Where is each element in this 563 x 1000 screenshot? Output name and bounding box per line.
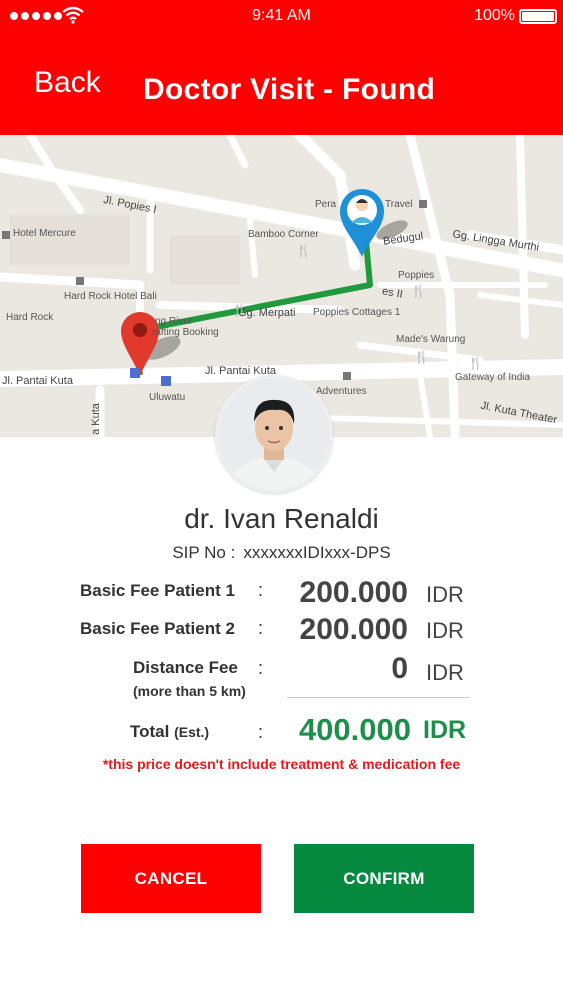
total-colon: : xyxy=(258,722,264,742)
map-label-rafting: rafting Booking xyxy=(152,327,219,338)
cancel-button[interactable]: CANCEL xyxy=(81,844,261,913)
doctor-avatar xyxy=(215,375,333,493)
basic-fee-2-colon: : xyxy=(258,618,264,638)
total-label-suffix: (Est.) xyxy=(174,724,210,740)
shop-icon xyxy=(130,368,140,378)
svg-text:🍴: 🍴 xyxy=(296,244,311,258)
map-label-river: ng River xyxy=(155,316,193,327)
page-title: Doctor Visit - Found xyxy=(143,73,436,106)
total-unit: IDR xyxy=(423,716,467,744)
basic-fee-1-unit: IDR xyxy=(426,582,464,607)
map-label-poppies-cottages: Poppies Cottages 1 xyxy=(313,307,401,318)
adventures-icon xyxy=(343,372,351,380)
map-label-hotel-mercure: Hotel Mercure xyxy=(13,228,76,239)
map-label-hard-rock: Hard Rock xyxy=(6,312,54,323)
basic-fee-2-unit: IDR xyxy=(426,618,464,643)
basic-fee-1-label: Basic Fee Patient 1 xyxy=(80,581,235,600)
total-label-text: Total xyxy=(130,722,170,741)
basic-fee-1-colon: : xyxy=(258,580,264,600)
street-label-merpati: Gg. Merpati xyxy=(238,307,296,319)
back-button[interactable]: Back xyxy=(34,66,101,100)
map-label-uluwatu: Uluwatu xyxy=(149,392,186,403)
doctor-photo-icon xyxy=(218,378,330,490)
map-label-gateway-of-india: Gateway of India xyxy=(455,372,531,383)
app-header: 9:41 AM 100% Back Doctor Visit - Found xyxy=(0,0,563,135)
uluwatu-icon xyxy=(161,376,171,386)
basic-fee-1-value: 200.000 xyxy=(299,576,408,609)
distance-fee-value: 0 xyxy=(391,652,408,685)
distance-fee-label: Distance Fee xyxy=(133,658,238,677)
basic-fee-2-value: 200.000 xyxy=(299,613,408,646)
travel-icon xyxy=(419,200,427,208)
status-bar: 9:41 AM 100% xyxy=(0,0,563,34)
patient-location-pin xyxy=(121,312,159,375)
map-label-mades-warung: Made's Warung xyxy=(396,334,466,345)
distance-fee-unit: IDR xyxy=(426,660,464,685)
price-disclaimer: *this price doesn't include treatment & … xyxy=(102,756,461,772)
map-label-poppies: Poppies xyxy=(398,270,435,281)
fee-divider xyxy=(287,697,470,698)
sip-number: SIP No : xxxxxxxIDIxxx-DPS xyxy=(0,543,563,563)
battery-percent: 100% xyxy=(474,7,515,24)
hotel-mercure-icon xyxy=(2,231,10,239)
basic-fee-2-label: Basic Fee Patient 2 xyxy=(80,619,235,638)
distance-fee-sub: (more than 5 km) xyxy=(133,683,246,699)
map-label-adventures: Adventures xyxy=(316,386,367,397)
battery-icon xyxy=(519,9,557,24)
street-label-kuta-vertical: a Kuta xyxy=(89,403,102,435)
svg-text:🍴: 🍴 xyxy=(414,350,429,364)
map-label-bamboo-corner: Bamboo Corner xyxy=(248,229,319,240)
map-label-pera: Pera xyxy=(315,199,337,210)
sip-value: xxxxxxxIDIxxx-DPS xyxy=(243,543,391,562)
doctor-name: dr. Ivan Renaldi xyxy=(184,503,379,534)
svg-text:🍴: 🍴 xyxy=(411,284,426,298)
hotel-icon xyxy=(76,277,84,285)
map-label-hard-rock-hotel: Hard Rock Hotel Bali xyxy=(64,291,157,302)
total-value: 400.000 xyxy=(298,712,411,747)
total-label: Total (Est.) xyxy=(130,722,209,742)
svg-text:🍴: 🍴 xyxy=(468,356,483,370)
sip-label: SIP No : xyxy=(172,543,236,562)
street-label-pantai-kuta-left: Jl. Pantai Kuta xyxy=(2,375,73,387)
distance-fee-colon: : xyxy=(258,658,264,678)
confirm-button[interactable]: CONFIRM xyxy=(294,844,474,913)
map-label-travel: Travel xyxy=(385,199,413,210)
